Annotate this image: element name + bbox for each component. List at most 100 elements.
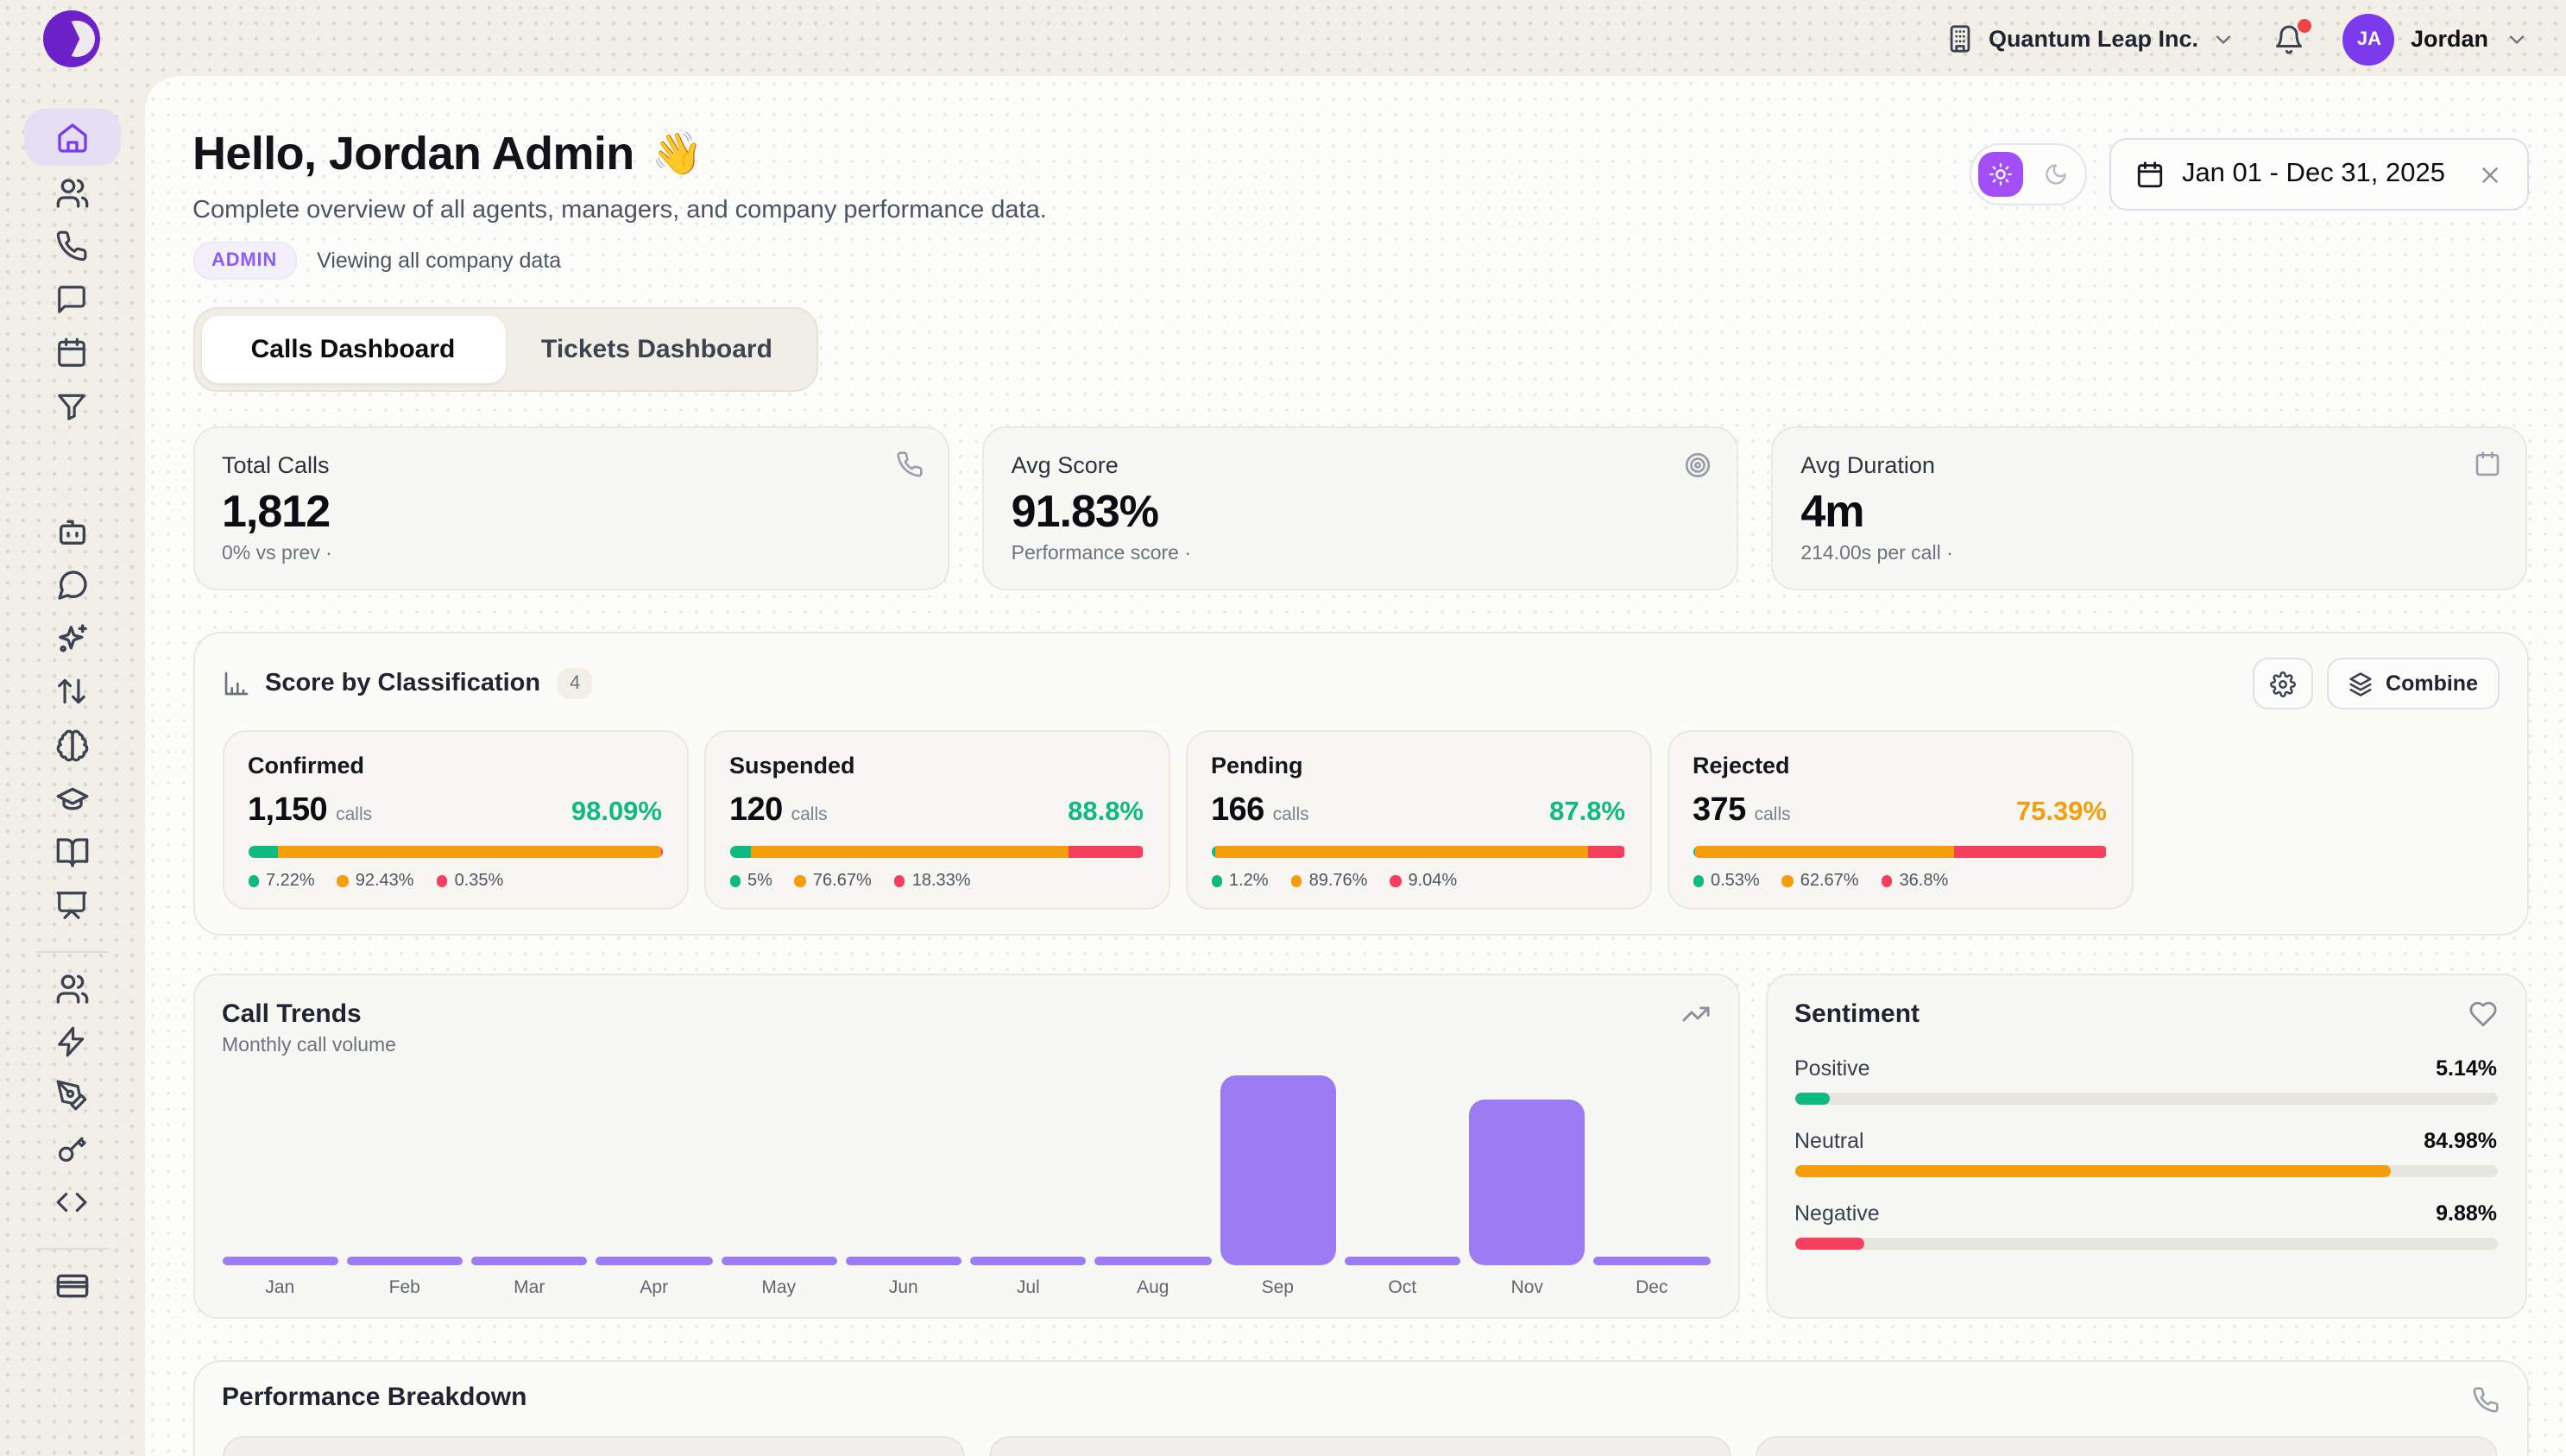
dark-theme-button[interactable] — [2033, 152, 2078, 197]
date-range-picker[interactable]: Jan 01 - Dec 31, 2025 — [2109, 138, 2528, 211]
calendar-icon — [2135, 160, 2165, 189]
user-menu[interactable]: JA Jordan — [2343, 13, 2528, 65]
sidebar-item-library[interactable] — [23, 825, 120, 879]
bar-mar — [471, 1257, 588, 1265]
classification-bar — [729, 846, 1144, 858]
date-range-label: Jan 01 - Dec 31, 2025 — [2182, 159, 2445, 190]
sparkles-icon — [54, 621, 89, 655]
users-icon — [54, 175, 89, 210]
sidebar-item-calendar[interactable] — [23, 326, 120, 380]
sentiment-bar-neutral — [1794, 1165, 2392, 1177]
combine-button[interactable]: Combine — [2327, 658, 2499, 709]
x-axis-label: Jul — [1017, 1277, 1040, 1300]
heart-icon — [2468, 999, 2497, 1029]
book-open-icon — [54, 835, 89, 869]
classification-score: 98.09% — [571, 797, 662, 829]
phone-icon — [896, 451, 924, 478]
bar-slot-mar: Mar — [471, 1257, 588, 1300]
classification-label: Suspended — [729, 753, 1144, 778]
sidebar-item-transfers[interactable] — [23, 665, 120, 718]
moon-icon — [2044, 162, 2068, 186]
tab-tickets-dashboard[interactable]: Tickets Dashboard — [505, 316, 809, 383]
sidebar-item-automations[interactable] — [23, 1015, 120, 1068]
phone-icon — [2471, 1386, 2499, 1414]
classification-bar — [1693, 846, 2107, 858]
building-icon — [1945, 24, 1975, 54]
sidebar-item-chat[interactable] — [23, 558, 120, 611]
main-panel: Hello, Jordan Admin 👋 Complete overview … — [144, 76, 2566, 1456]
sidebar-item-messages[interactable] — [23, 273, 120, 326]
sidebar-item-bot[interactable] — [23, 504, 120, 558]
sidebar-item-design[interactable] — [23, 1068, 120, 1122]
sidebar-item-developer[interactable] — [23, 1176, 120, 1229]
sidebar-item-teams[interactable] — [23, 961, 120, 1015]
classification-legend: 7.22% 92.43% 0.35% — [248, 872, 662, 891]
call-trends-title: Call Trends — [222, 999, 1710, 1029]
sidebar-item-api-keys[interactable] — [23, 1122, 120, 1176]
call-trends-subtitle: Monthly call volume — [222, 1036, 1710, 1056]
classification-score: 87.8% — [1549, 797, 1625, 829]
notifications-button[interactable] — [2274, 23, 2305, 54]
bar-jan — [222, 1257, 338, 1265]
sidebar-divider — [35, 951, 108, 953]
bar-chart-icon — [222, 670, 249, 697]
org-switcher[interactable]: Quantum Leap Inc. — [1945, 24, 2236, 54]
message-square-icon — [55, 283, 88, 316]
performance-breakdown-section: Performance Breakdown Total Calls Active… — [192, 1360, 2528, 1456]
bar-jul — [970, 1257, 1087, 1265]
x-axis-label: Jun — [889, 1277, 918, 1300]
sidebar — [0, 0, 143, 1456]
sidebar-item-users[interactable] — [23, 166, 120, 219]
breakdown-card-avg-score: Avg Score — [1756, 1436, 2499, 1456]
pen-tool-icon — [55, 1079, 88, 1112]
classification-bar — [248, 846, 662, 858]
bar-feb — [347, 1257, 463, 1265]
settings-button[interactable] — [2253, 658, 2313, 709]
x-axis-label: Feb — [389, 1277, 420, 1300]
bar-sep — [1220, 1075, 1336, 1265]
arrow-up-down-icon — [55, 675, 88, 708]
score-by-classification-section: Score by Classification 4 Combine Confir… — [192, 632, 2528, 936]
sidebar-item-filters[interactable] — [23, 380, 120, 433]
graduation-cap-icon — [54, 781, 89, 816]
stat-value: 91.83% — [1012, 484, 1710, 538]
sidebar-item-calls[interactable] — [23, 219, 120, 273]
classification-calls: 375 — [1693, 792, 1746, 830]
sidebar-item-ai[interactable] — [23, 611, 120, 665]
breakdown-title: Performance Breakdown — [222, 1383, 2499, 1412]
user-name: Jordan — [2411, 26, 2488, 52]
role-badge: ADMIN — [192, 242, 296, 280]
x-axis-label: May — [761, 1277, 796, 1300]
x-axis-label: Mar — [514, 1277, 545, 1300]
org-name: Quantum Leap Inc. — [1989, 26, 2198, 52]
breakdown-card-total-calls: Total Calls — [222, 1436, 965, 1456]
bar-jun — [846, 1257, 962, 1265]
tab-calls-dashboard[interactable]: Calls Dashboard — [201, 316, 505, 383]
stat-subtext: 0% vs prev · — [222, 544, 920, 564]
sidebar-item-training[interactable] — [23, 772, 120, 825]
clear-date-icon[interactable] — [2476, 161, 2502, 187]
bar-nov — [1469, 1100, 1586, 1265]
classification-cards: Confirmed 1,150 calls 98.09% 7.22% 92.43… — [222, 730, 2499, 910]
light-theme-button[interactable] — [1978, 152, 2023, 197]
filter-icon — [55, 390, 88, 423]
zap-icon — [55, 1025, 88, 1058]
top-bar-right: Quantum Leap Inc. JA Jordan — [1945, 0, 2528, 78]
sun-icon — [1989, 162, 2013, 186]
target-icon — [1683, 451, 1712, 480]
theme-toggle[interactable] — [1970, 143, 2087, 205]
stat-card-avg-duration: Avg Duration 4m 214.00s per call · — [1771, 426, 2528, 590]
classification-legend: 1.2% 89.76% 9.04% — [1211, 872, 1625, 891]
sidebar-item-home[interactable] — [23, 109, 120, 166]
key-icon — [55, 1132, 88, 1165]
sidebar-item-presentation[interactable] — [23, 879, 120, 932]
stat-label: Avg Duration — [1800, 452, 2499, 478]
call-trends-bars: JanFebMarAprMayJunJulAugSepOctNovDec — [222, 1075, 1710, 1300]
users-icon — [54, 971, 89, 1005]
sidebar-item-billing[interactable] — [23, 1258, 120, 1312]
sentiment-bar-positive — [1794, 1093, 1831, 1105]
classification-score: 75.39% — [2016, 797, 2107, 829]
stat-card-avg-score: Avg Score 91.83% Performance score · — [982, 426, 1739, 590]
sidebar-item-intelligence[interactable] — [23, 718, 120, 772]
sentiment-row-positive: Positive 5.14% — [1794, 1056, 2497, 1105]
